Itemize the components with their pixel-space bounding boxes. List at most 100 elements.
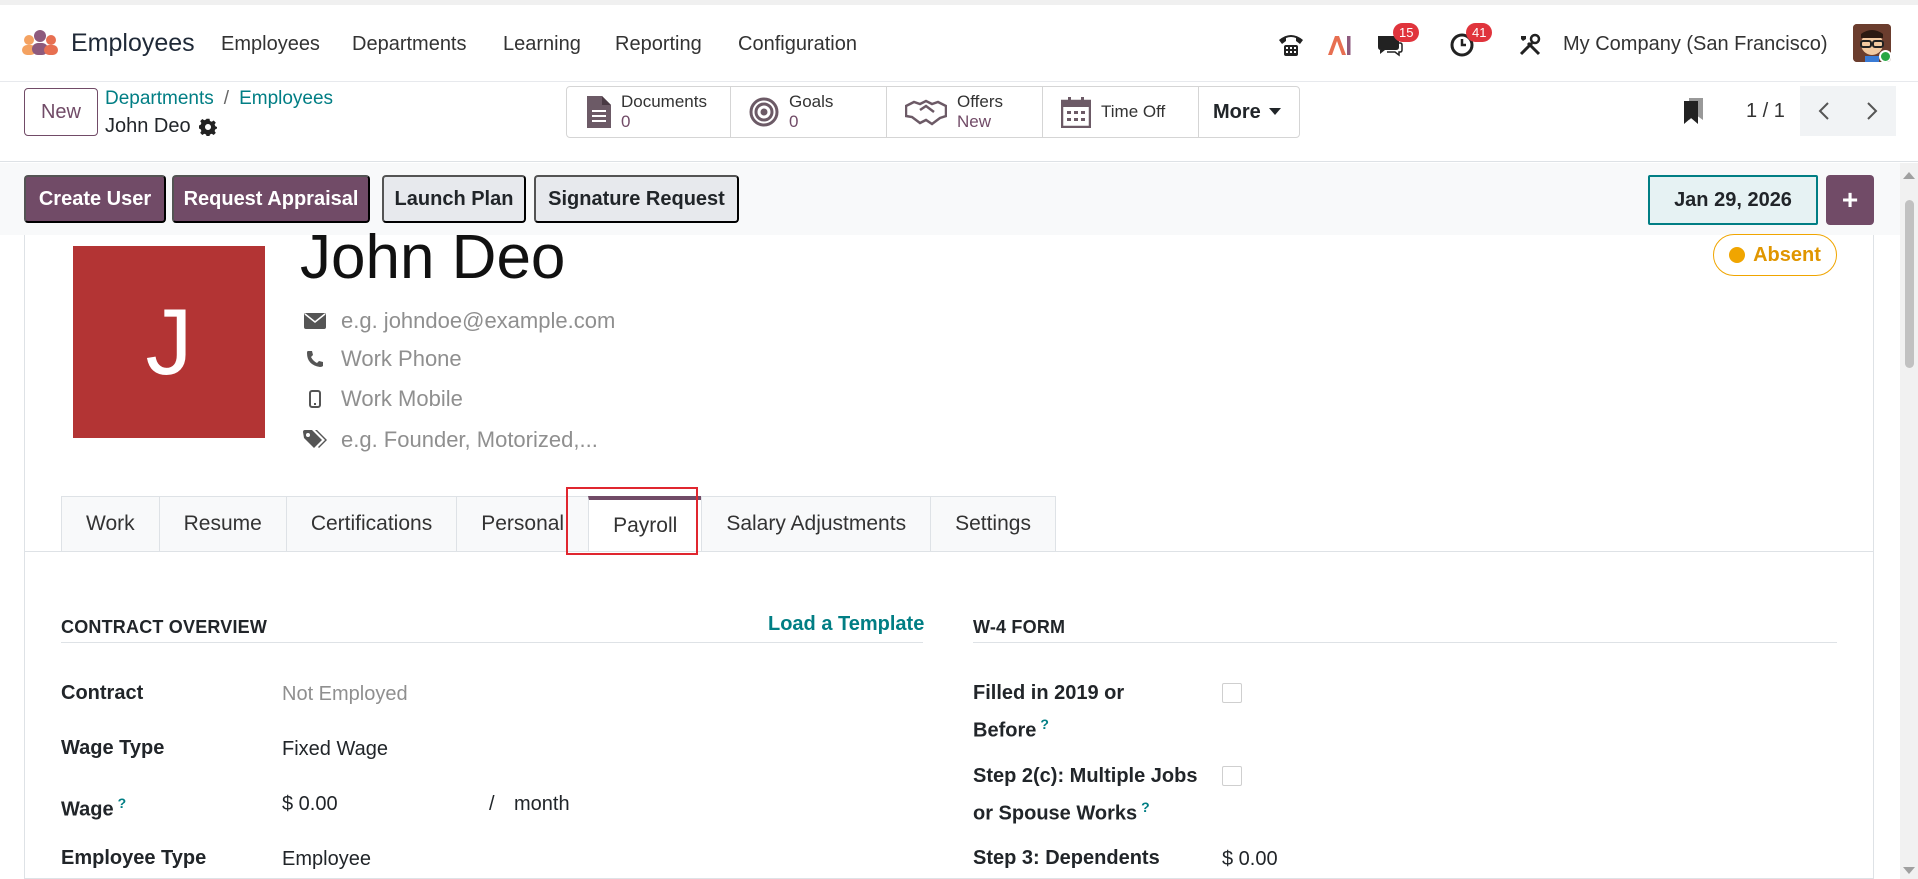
filled-2019-checkbox[interactable]: [1222, 683, 1242, 703]
work-phone-row: Work Phone: [303, 344, 462, 374]
nav-departments[interactable]: Departments: [352, 33, 467, 56]
app-title[interactable]: Employees: [71, 29, 195, 58]
tab-personal[interactable]: Personal: [456, 496, 589, 552]
bookmark-icon[interactable]: [1683, 98, 1705, 124]
contract-label: Contract: [61, 682, 144, 704]
tab-work[interactable]: Work: [61, 496, 159, 552]
ai-icon[interactable]: [1324, 29, 1354, 61]
new-button[interactable]: New: [24, 88, 98, 136]
wage-value[interactable]: $ 0.00: [282, 793, 338, 816]
documents-label: Documents: [621, 92, 707, 111]
filled-2019-label-line2: Before: [973, 719, 1037, 742]
offers-status: New: [957, 112, 992, 131]
time-off-label: Time Off: [1101, 102, 1166, 121]
chevron-left-icon: [1818, 102, 1829, 120]
tab-salary-adjustments[interactable]: Salary Adjustments: [701, 496, 931, 552]
user-avatar[interactable]: [1853, 24, 1891, 62]
time-off-smart-button[interactable]: Time Off: [1043, 87, 1199, 137]
pager-next-button[interactable]: [1848, 86, 1896, 136]
step2c-help-icon[interactable]: ?: [1141, 799, 1150, 815]
messages-badge: 15: [1393, 23, 1420, 42]
work-phone-field[interactable]: Work Phone: [341, 346, 462, 372]
breadcrumb-employees[interactable]: Employees: [239, 88, 333, 109]
scroll-down-arrow-icon[interactable]: [1903, 866, 1915, 876]
email-field[interactable]: e.g. johndoe@example.com: [341, 308, 615, 334]
top-navbar: Employees Employees Departments Learning…: [0, 0, 1918, 82]
documents-smart-button[interactable]: Documents 0: [567, 87, 731, 137]
work-mobile-row: Work Mobile: [303, 384, 463, 414]
date-field[interactable]: Jan 29, 2026: [1648, 175, 1818, 225]
w4-form-title: W-4 FORM: [973, 617, 1066, 637]
employees-app-icon[interactable]: [20, 29, 60, 57]
messages-icon[interactable]: 15: [1373, 23, 1420, 61]
target-icon: [749, 97, 779, 127]
goals-count: 0: [789, 112, 799, 131]
launch-plan-button[interactable]: Launch Plan: [382, 175, 526, 223]
control-panel: New Departments / Employees John Deo Docum…: [0, 82, 1918, 162]
tools-icon[interactable]: [1515, 29, 1545, 61]
calendar-icon: [1061, 97, 1091, 128]
filled-2019-help-icon[interactable]: ?: [1040, 716, 1049, 732]
phone-icon[interactable]: [1275, 29, 1307, 61]
nav-learning[interactable]: Learning: [503, 33, 581, 56]
offers-smart-button[interactable]: Offers New: [887, 87, 1043, 137]
email-field-row: e.g. johndoe@example.com: [303, 306, 615, 336]
scrollbar-thumb[interactable]: [1905, 200, 1914, 368]
wage-separator: /: [489, 793, 495, 815]
step2c-label-line1: Step 2(c): Multiple Jobs: [973, 765, 1198, 787]
handshake-icon: [905, 99, 947, 126]
scroll-up-arrow-icon[interactable]: [1903, 170, 1915, 180]
tab-settings[interactable]: Settings: [930, 496, 1056, 552]
nav-employees[interactable]: Employees: [221, 33, 320, 56]
document-icon: [587, 96, 611, 128]
tab-certifications[interactable]: Certifications: [285, 496, 457, 552]
contract-value[interactable]: Not Employed: [282, 683, 408, 706]
step3-dependents-value[interactable]: $ 0.00: [1222, 848, 1278, 871]
phone-handset-icon: [307, 351, 323, 367]
add-button[interactable]: +: [1826, 175, 1874, 225]
tabs-divider: [24, 551, 1874, 552]
wage-label: Wage: [61, 798, 114, 821]
step3-dependents-label: Step 3: Dependents: [973, 847, 1160, 869]
employee-type-value[interactable]: Employee: [282, 848, 371, 871]
create-user-button[interactable]: Create User: [24, 175, 166, 223]
employee-name[interactable]: John Deo: [300, 222, 565, 293]
chevron-right-icon: [1867, 102, 1878, 120]
employee-avatar[interactable]: J: [73, 246, 265, 438]
tab-payroll[interactable]: Payroll: [588, 496, 702, 552]
smart-buttons: Documents 0 Goals 0 Offers New Time Off Mor…: [566, 86, 1300, 138]
request-appraisal-button[interactable]: Request Appraisal: [172, 175, 370, 223]
pager-value[interactable]: 1 / 1: [1746, 100, 1785, 123]
goals-smart-button[interactable]: Goals 0: [731, 87, 887, 137]
activities-badge: 41: [1466, 23, 1493, 42]
signature-request-button[interactable]: Signature Request: [534, 175, 739, 223]
breadcrumb: Departments / Employees: [105, 88, 333, 110]
contract-overview-divider: [61, 642, 923, 643]
nav-configuration[interactable]: Configuration: [738, 33, 857, 56]
notebook-tabs: Work Resume Certifications Personal Payr…: [61, 496, 1056, 552]
wage-type-value[interactable]: Fixed Wage: [282, 738, 388, 761]
more-smart-buttons[interactable]: More: [1199, 87, 1299, 137]
tab-resume[interactable]: Resume: [158, 496, 286, 552]
offers-label: Offers: [957, 92, 1003, 111]
filled-2019-label-line1: Filled in 2019 or: [973, 682, 1125, 704]
company-switcher[interactable]: My Company (San Francisco): [1563, 33, 1828, 56]
filled-2019-label: Filled in 2019 or Before?: [973, 678, 1124, 747]
pager-previous-button[interactable]: [1800, 86, 1848, 136]
nav-reporting[interactable]: Reporting: [615, 33, 702, 56]
gear-icon[interactable]: [198, 118, 217, 136]
contract-overview-title: CONTRACT OVERVIEW: [61, 617, 268, 637]
work-mobile-field[interactable]: Work Mobile: [341, 386, 463, 412]
breadcrumb-departments[interactable]: Departments: [105, 88, 214, 109]
load-template-link[interactable]: Load a Template: [768, 613, 924, 636]
tags-field[interactable]: e.g. Founder, Motorized,...: [341, 427, 598, 453]
envelope-icon: [304, 313, 326, 329]
form-sheet: [24, 235, 1874, 879]
step2c-label-line2: or Spouse Works: [973, 802, 1138, 825]
activity-clock-icon[interactable]: 41: [1446, 23, 1493, 61]
documents-count: 0: [621, 112, 631, 131]
wage-help-icon[interactable]: ?: [118, 795, 127, 811]
step2c-checkbox[interactable]: [1222, 766, 1242, 786]
goals-label: Goals: [789, 92, 834, 111]
tags-row: e.g. Founder, Motorized,...: [303, 425, 598, 455]
